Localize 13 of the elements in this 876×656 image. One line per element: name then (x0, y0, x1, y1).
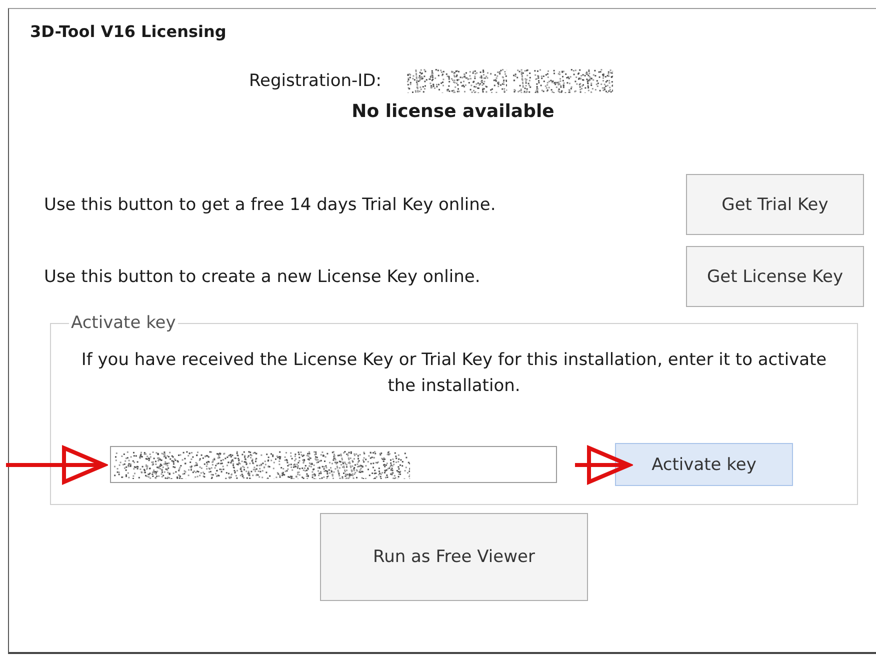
activate-instructions: If you have received the License Key or Trial Key for this installation, enter it to activate the installation. (80, 349, 828, 398)
action-button[interactable]: Get License Key (686, 246, 864, 307)
activate-key-button[interactable]: Activate key (615, 443, 793, 486)
action-button[interactable]: Get Trial Key (686, 174, 864, 235)
group-legend: Activate key (69, 313, 178, 333)
registration-id-label: Registration-ID: (249, 71, 382, 91)
action-description: Use this button to get a free 14 days Trial Key online. (44, 194, 496, 214)
window-title: 3D-Tool V16 Licensing (30, 22, 228, 41)
action-description: Use this button to create a new License Key online. (44, 266, 480, 286)
free-viewer-button[interactable]: Run as Free Viewer (320, 513, 588, 601)
license-key-field[interactable] (110, 446, 557, 483)
arrow-annotation (575, 442, 633, 486)
license-status: No license available (350, 101, 556, 122)
